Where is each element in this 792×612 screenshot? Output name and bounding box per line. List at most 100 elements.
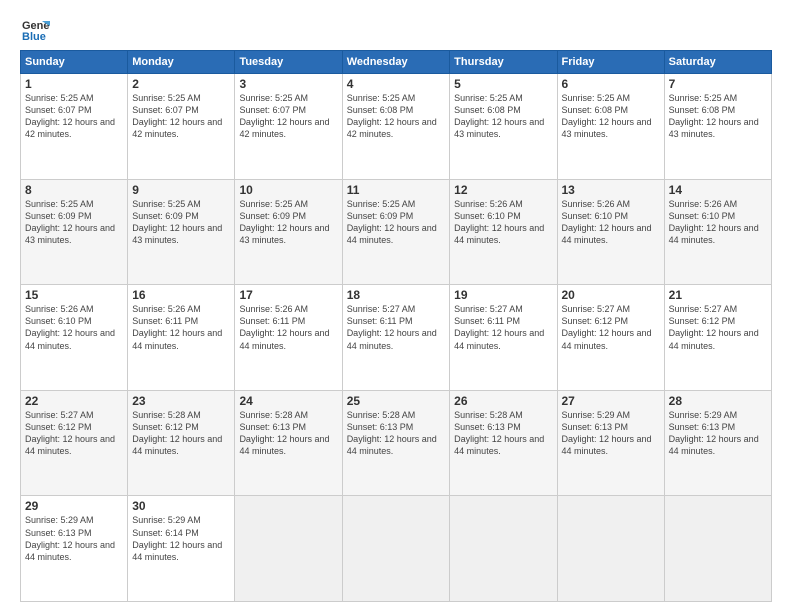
day-number: 29 (25, 499, 123, 513)
day-header-wednesday: Wednesday (342, 51, 449, 74)
day-detail: Sunrise: 5:25 AMSunset: 6:07 PMDaylight:… (132, 93, 222, 139)
day-number: 16 (132, 288, 230, 302)
day-header-thursday: Thursday (450, 51, 557, 74)
day-detail: Sunrise: 5:26 AMSunset: 6:10 PMDaylight:… (454, 199, 544, 245)
day-detail: Sunrise: 5:25 AMSunset: 6:08 PMDaylight:… (669, 93, 759, 139)
day-number: 14 (669, 183, 767, 197)
table-cell (450, 496, 557, 602)
day-number: 23 (132, 394, 230, 408)
table-cell: 12 Sunrise: 5:26 AMSunset: 6:10 PMDaylig… (450, 179, 557, 285)
day-detail: Sunrise: 5:29 AMSunset: 6:13 PMDaylight:… (669, 410, 759, 456)
table-cell (664, 496, 771, 602)
day-number: 3 (239, 77, 337, 91)
page: General Blue SundayMondayTuesdayWednesda… (0, 0, 792, 612)
day-detail: Sunrise: 5:27 AMSunset: 6:12 PMDaylight:… (562, 304, 652, 350)
calendar-table: SundayMondayTuesdayWednesdayThursdayFrid… (20, 50, 772, 602)
day-number: 25 (347, 394, 445, 408)
day-number: 24 (239, 394, 337, 408)
day-number: 1 (25, 77, 123, 91)
table-cell: 11 Sunrise: 5:25 AMSunset: 6:09 PMDaylig… (342, 179, 449, 285)
day-detail: Sunrise: 5:26 AMSunset: 6:11 PMDaylight:… (132, 304, 222, 350)
day-number: 28 (669, 394, 767, 408)
day-number: 7 (669, 77, 767, 91)
table-cell: 5 Sunrise: 5:25 AMSunset: 6:08 PMDayligh… (450, 74, 557, 180)
table-cell: 6 Sunrise: 5:25 AMSunset: 6:08 PMDayligh… (557, 74, 664, 180)
day-detail: Sunrise: 5:25 AMSunset: 6:09 PMDaylight:… (239, 199, 329, 245)
day-number: 30 (132, 499, 230, 513)
table-cell: 10 Sunrise: 5:25 AMSunset: 6:09 PMDaylig… (235, 179, 342, 285)
day-detail: Sunrise: 5:27 AMSunset: 6:11 PMDaylight:… (347, 304, 437, 350)
day-detail: Sunrise: 5:25 AMSunset: 6:07 PMDaylight:… (239, 93, 329, 139)
table-cell: 24 Sunrise: 5:28 AMSunset: 6:13 PMDaylig… (235, 390, 342, 496)
table-cell: 7 Sunrise: 5:25 AMSunset: 6:08 PMDayligh… (664, 74, 771, 180)
day-number: 6 (562, 77, 660, 91)
day-detail: Sunrise: 5:28 AMSunset: 6:13 PMDaylight:… (239, 410, 329, 456)
table-cell: 26 Sunrise: 5:28 AMSunset: 6:13 PMDaylig… (450, 390, 557, 496)
table-cell: 30 Sunrise: 5:29 AMSunset: 6:14 PMDaylig… (128, 496, 235, 602)
day-detail: Sunrise: 5:25 AMSunset: 6:09 PMDaylight:… (132, 199, 222, 245)
table-cell: 16 Sunrise: 5:26 AMSunset: 6:11 PMDaylig… (128, 285, 235, 391)
day-detail: Sunrise: 5:25 AMSunset: 6:09 PMDaylight:… (347, 199, 437, 245)
table-cell: 3 Sunrise: 5:25 AMSunset: 6:07 PMDayligh… (235, 74, 342, 180)
table-cell (342, 496, 449, 602)
day-detail: Sunrise: 5:27 AMSunset: 6:12 PMDaylight:… (669, 304, 759, 350)
day-number: 22 (25, 394, 123, 408)
day-detail: Sunrise: 5:28 AMSunset: 6:12 PMDaylight:… (132, 410, 222, 456)
table-cell: 20 Sunrise: 5:27 AMSunset: 6:12 PMDaylig… (557, 285, 664, 391)
day-number: 20 (562, 288, 660, 302)
svg-text:Blue: Blue (22, 31, 46, 43)
table-cell: 28 Sunrise: 5:29 AMSunset: 6:13 PMDaylig… (664, 390, 771, 496)
logo: General Blue (20, 16, 50, 44)
table-cell: 22 Sunrise: 5:27 AMSunset: 6:12 PMDaylig… (21, 390, 128, 496)
day-number: 27 (562, 394, 660, 408)
day-header-monday: Monday (128, 51, 235, 74)
day-number: 11 (347, 183, 445, 197)
day-detail: Sunrise: 5:29 AMSunset: 6:13 PMDaylight:… (25, 515, 115, 561)
table-cell: 2 Sunrise: 5:25 AMSunset: 6:07 PMDayligh… (128, 74, 235, 180)
day-detail: Sunrise: 5:29 AMSunset: 6:13 PMDaylight:… (562, 410, 652, 456)
day-detail: Sunrise: 5:26 AMSunset: 6:10 PMDaylight:… (562, 199, 652, 245)
table-cell: 15 Sunrise: 5:26 AMSunset: 6:10 PMDaylig… (21, 285, 128, 391)
day-number: 13 (562, 183, 660, 197)
day-header-friday: Friday (557, 51, 664, 74)
day-detail: Sunrise: 5:26 AMSunset: 6:10 PMDaylight:… (25, 304, 115, 350)
day-number: 15 (25, 288, 123, 302)
day-header-saturday: Saturday (664, 51, 771, 74)
day-number: 8 (25, 183, 123, 197)
day-detail: Sunrise: 5:26 AMSunset: 6:11 PMDaylight:… (239, 304, 329, 350)
table-cell: 19 Sunrise: 5:27 AMSunset: 6:11 PMDaylig… (450, 285, 557, 391)
day-detail: Sunrise: 5:28 AMSunset: 6:13 PMDaylight:… (347, 410, 437, 456)
day-number: 19 (454, 288, 552, 302)
day-number: 26 (454, 394, 552, 408)
logo-icon: General Blue (20, 16, 50, 44)
table-cell: 13 Sunrise: 5:26 AMSunset: 6:10 PMDaylig… (557, 179, 664, 285)
table-cell (557, 496, 664, 602)
table-cell: 18 Sunrise: 5:27 AMSunset: 6:11 PMDaylig… (342, 285, 449, 391)
day-detail: Sunrise: 5:26 AMSunset: 6:10 PMDaylight:… (669, 199, 759, 245)
day-number: 17 (239, 288, 337, 302)
table-cell: 1 Sunrise: 5:25 AMSunset: 6:07 PMDayligh… (21, 74, 128, 180)
table-cell: 29 Sunrise: 5:29 AMSunset: 6:13 PMDaylig… (21, 496, 128, 602)
day-header-sunday: Sunday (21, 51, 128, 74)
header: General Blue (20, 16, 772, 44)
day-number: 21 (669, 288, 767, 302)
day-detail: Sunrise: 5:25 AMSunset: 6:09 PMDaylight:… (25, 199, 115, 245)
day-number: 9 (132, 183, 230, 197)
day-number: 18 (347, 288, 445, 302)
day-header-tuesday: Tuesday (235, 51, 342, 74)
table-cell: 25 Sunrise: 5:28 AMSunset: 6:13 PMDaylig… (342, 390, 449, 496)
day-detail: Sunrise: 5:28 AMSunset: 6:13 PMDaylight:… (454, 410, 544, 456)
table-cell: 27 Sunrise: 5:29 AMSunset: 6:13 PMDaylig… (557, 390, 664, 496)
day-number: 12 (454, 183, 552, 197)
day-number: 2 (132, 77, 230, 91)
day-detail: Sunrise: 5:27 AMSunset: 6:11 PMDaylight:… (454, 304, 544, 350)
day-number: 10 (239, 183, 337, 197)
day-detail: Sunrise: 5:25 AMSunset: 6:08 PMDaylight:… (562, 93, 652, 139)
day-detail: Sunrise: 5:25 AMSunset: 6:08 PMDaylight:… (454, 93, 544, 139)
table-cell: 21 Sunrise: 5:27 AMSunset: 6:12 PMDaylig… (664, 285, 771, 391)
day-number: 5 (454, 77, 552, 91)
table-cell: 8 Sunrise: 5:25 AMSunset: 6:09 PMDayligh… (21, 179, 128, 285)
day-detail: Sunrise: 5:25 AMSunset: 6:08 PMDaylight:… (347, 93, 437, 139)
table-cell: 4 Sunrise: 5:25 AMSunset: 6:08 PMDayligh… (342, 74, 449, 180)
header-row: SundayMondayTuesdayWednesdayThursdayFrid… (21, 51, 772, 74)
